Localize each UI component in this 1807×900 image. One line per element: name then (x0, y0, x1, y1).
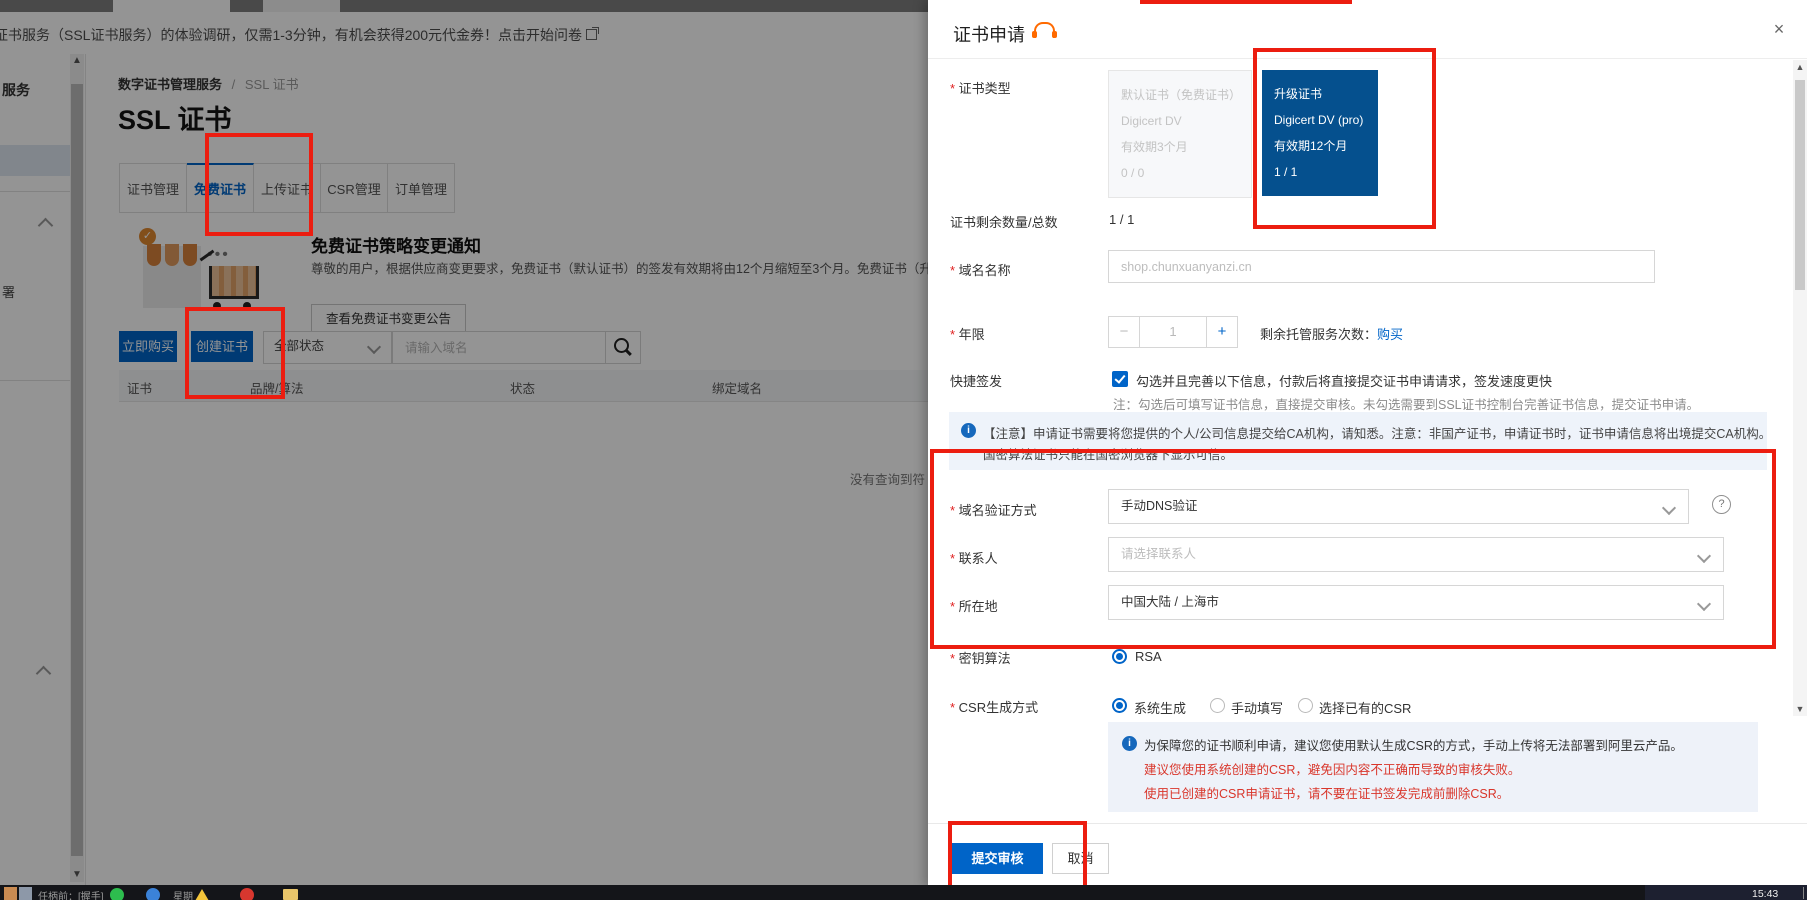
taskbar-thumbnail[interactable] (19, 887, 32, 900)
csr-manual-label: 手动填写 (1231, 698, 1283, 717)
csr-info-line: 为保障您的证书顺利申请，建议您使用默认生成CSR的方式，手动上传将无法部署到阿里… (1144, 735, 1683, 754)
app-icon-red[interactable] (240, 888, 254, 900)
wechat-icon[interactable] (110, 888, 124, 900)
quick-issue-checkbox[interactable] (1112, 371, 1128, 387)
rsa-radio[interactable] (1112, 649, 1127, 664)
quick-issue-note: 注：勾选后可填写证书信息，直接提交审核。未勾选需要到SSL证书控制台完善证书信息… (1113, 394, 1699, 413)
hosting-count-text: 剩余托管服务次数：购买 (1260, 324, 1403, 343)
drawer-scrollbar[interactable]: ▲ ▼ (1793, 60, 1807, 716)
years-label: 年限 (950, 324, 985, 343)
years-stepper: − 1 + (1108, 316, 1238, 348)
annotation-line-top (1140, 0, 1352, 4)
csr-warning-line2: 使用已创建的CSR申请证书，请不要在证书签发完成前删除CSR。 (1144, 783, 1509, 802)
csr-existing-label: 选择已有的CSR (1319, 698, 1411, 717)
info-icon: i (961, 423, 976, 438)
day-text: 星期 (173, 888, 193, 900)
quick-issue-label: 快捷签发 (950, 371, 1002, 390)
scroll-down-icon[interactable]: ▼ (1795, 704, 1805, 714)
minus-icon[interactable]: − (1109, 317, 1140, 347)
plus-icon[interactable]: + (1206, 317, 1237, 347)
csr-system-label: 系统生成 (1134, 698, 1186, 717)
rsa-label: RSA (1135, 649, 1162, 664)
clock[interactable]: 15:43 (1752, 888, 1778, 900)
remaining-label: 证书剩余数量/总数 (950, 212, 1058, 231)
annotation-box-form-fields (930, 449, 1776, 649)
card-line: Digicert DV (1121, 108, 1239, 134)
screen: 证书服务（SSL证书服务）的体验调研，仅需1-3分钟，有机会获得200元代金券！… (0, 0, 1807, 900)
csr-manual-radio[interactable] (1210, 698, 1225, 713)
scrollbar-thumb[interactable] (1795, 80, 1805, 290)
support-headset-icon[interactable] (1034, 22, 1055, 38)
years-value[interactable]: 1 (1140, 317, 1206, 347)
close-icon[interactable]: × (1768, 18, 1790, 40)
domain-name-input[interactable] (1108, 250, 1655, 283)
system-tray: 15:43 (1645, 885, 1807, 900)
annotation-box-upgrade-card (1253, 48, 1436, 229)
card-line: 有效期3个月 (1121, 134, 1239, 160)
browser-icon[interactable] (146, 888, 160, 900)
hosting-suffix: 剩余托管服务次数： (1260, 327, 1377, 342)
csr-existing-radio[interactable] (1298, 698, 1313, 713)
csr-notice-box: i 为保障您的证书顺利申请，建议您使用默认生成CSR的方式，手动上传将无法部署到… (1108, 722, 1758, 812)
folder-icon[interactable] (283, 889, 298, 900)
annotation-box-free-cert-tab (205, 133, 313, 236)
csr-system-radio[interactable] (1112, 698, 1127, 713)
csr-method-label: CSR生成方式 (950, 697, 1038, 716)
ca-notice-line1: 【注意】申请证书需要将您提供的个人/公司信息提交给CA机构，请知悉。注意：非国产… (983, 423, 1771, 442)
quick-issue-text: 勾选并且完善以下信息，付款后将直接提交证书申请请求，签发速度更快 (1136, 371, 1552, 390)
taskbar-thumbnail[interactable] (4, 887, 17, 900)
scroll-up-icon[interactable]: ▲ (1795, 62, 1805, 72)
card-line: 默认证书（免费证书） (1121, 82, 1239, 108)
key-algo-label: 密钥算法 (950, 648, 1011, 667)
drawer-title: 证书申请 (953, 21, 1025, 47)
warning-icon[interactable] (195, 889, 209, 900)
info-icon: i (1122, 736, 1137, 751)
cert-type-label: 证书类型 (950, 78, 1011, 97)
remaining-value: 1 / 1 (1109, 212, 1134, 227)
csr-warning-line1: 建议您使用系统创建的CSR，避免因内容不正确而导致的审核失败。 (1144, 759, 1520, 778)
cert-type-default-card[interactable]: 默认证书（免费证书） Digicert DV 有效期3个月 0 / 0 (1108, 70, 1252, 198)
card-line: 0 / 0 (1121, 160, 1239, 186)
taskbar: 任柄前：[握手] 星期 15:43 (0, 885, 1807, 900)
show-desktop-divider[interactable] (1803, 887, 1804, 899)
chat-preview-text[interactable]: 任柄前：[握手] (38, 888, 104, 900)
annotation-box-create-button (185, 307, 285, 399)
domain-name-label: 域名名称 (950, 260, 1011, 279)
buy-hosting-link[interactable]: 购买 (1377, 327, 1403, 342)
